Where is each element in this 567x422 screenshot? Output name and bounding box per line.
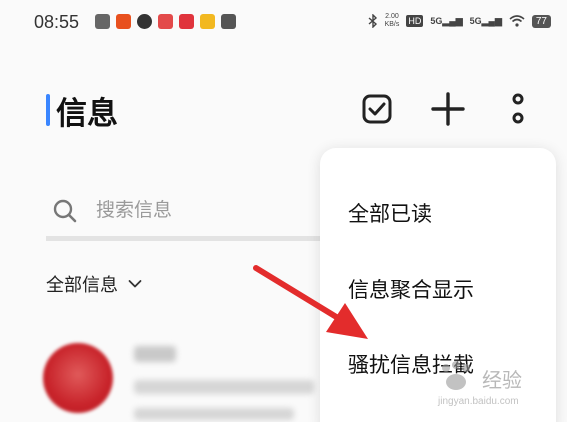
watermark-text: 经验: [482, 368, 522, 392]
watermark-url: jingyan.baidu.com: [438, 396, 519, 407]
paw-logo-icon: [442, 361, 470, 390]
watermark: 经验 jingyan.baidu.com: [430, 360, 560, 415]
messages-screen: 08:55 2.00 KB/s HD 5G▂▄▆ 5G▂▄▆ 77 信息 搜索信…: [0, 0, 567, 422]
annotation-arrow-icon: [253, 265, 368, 339]
